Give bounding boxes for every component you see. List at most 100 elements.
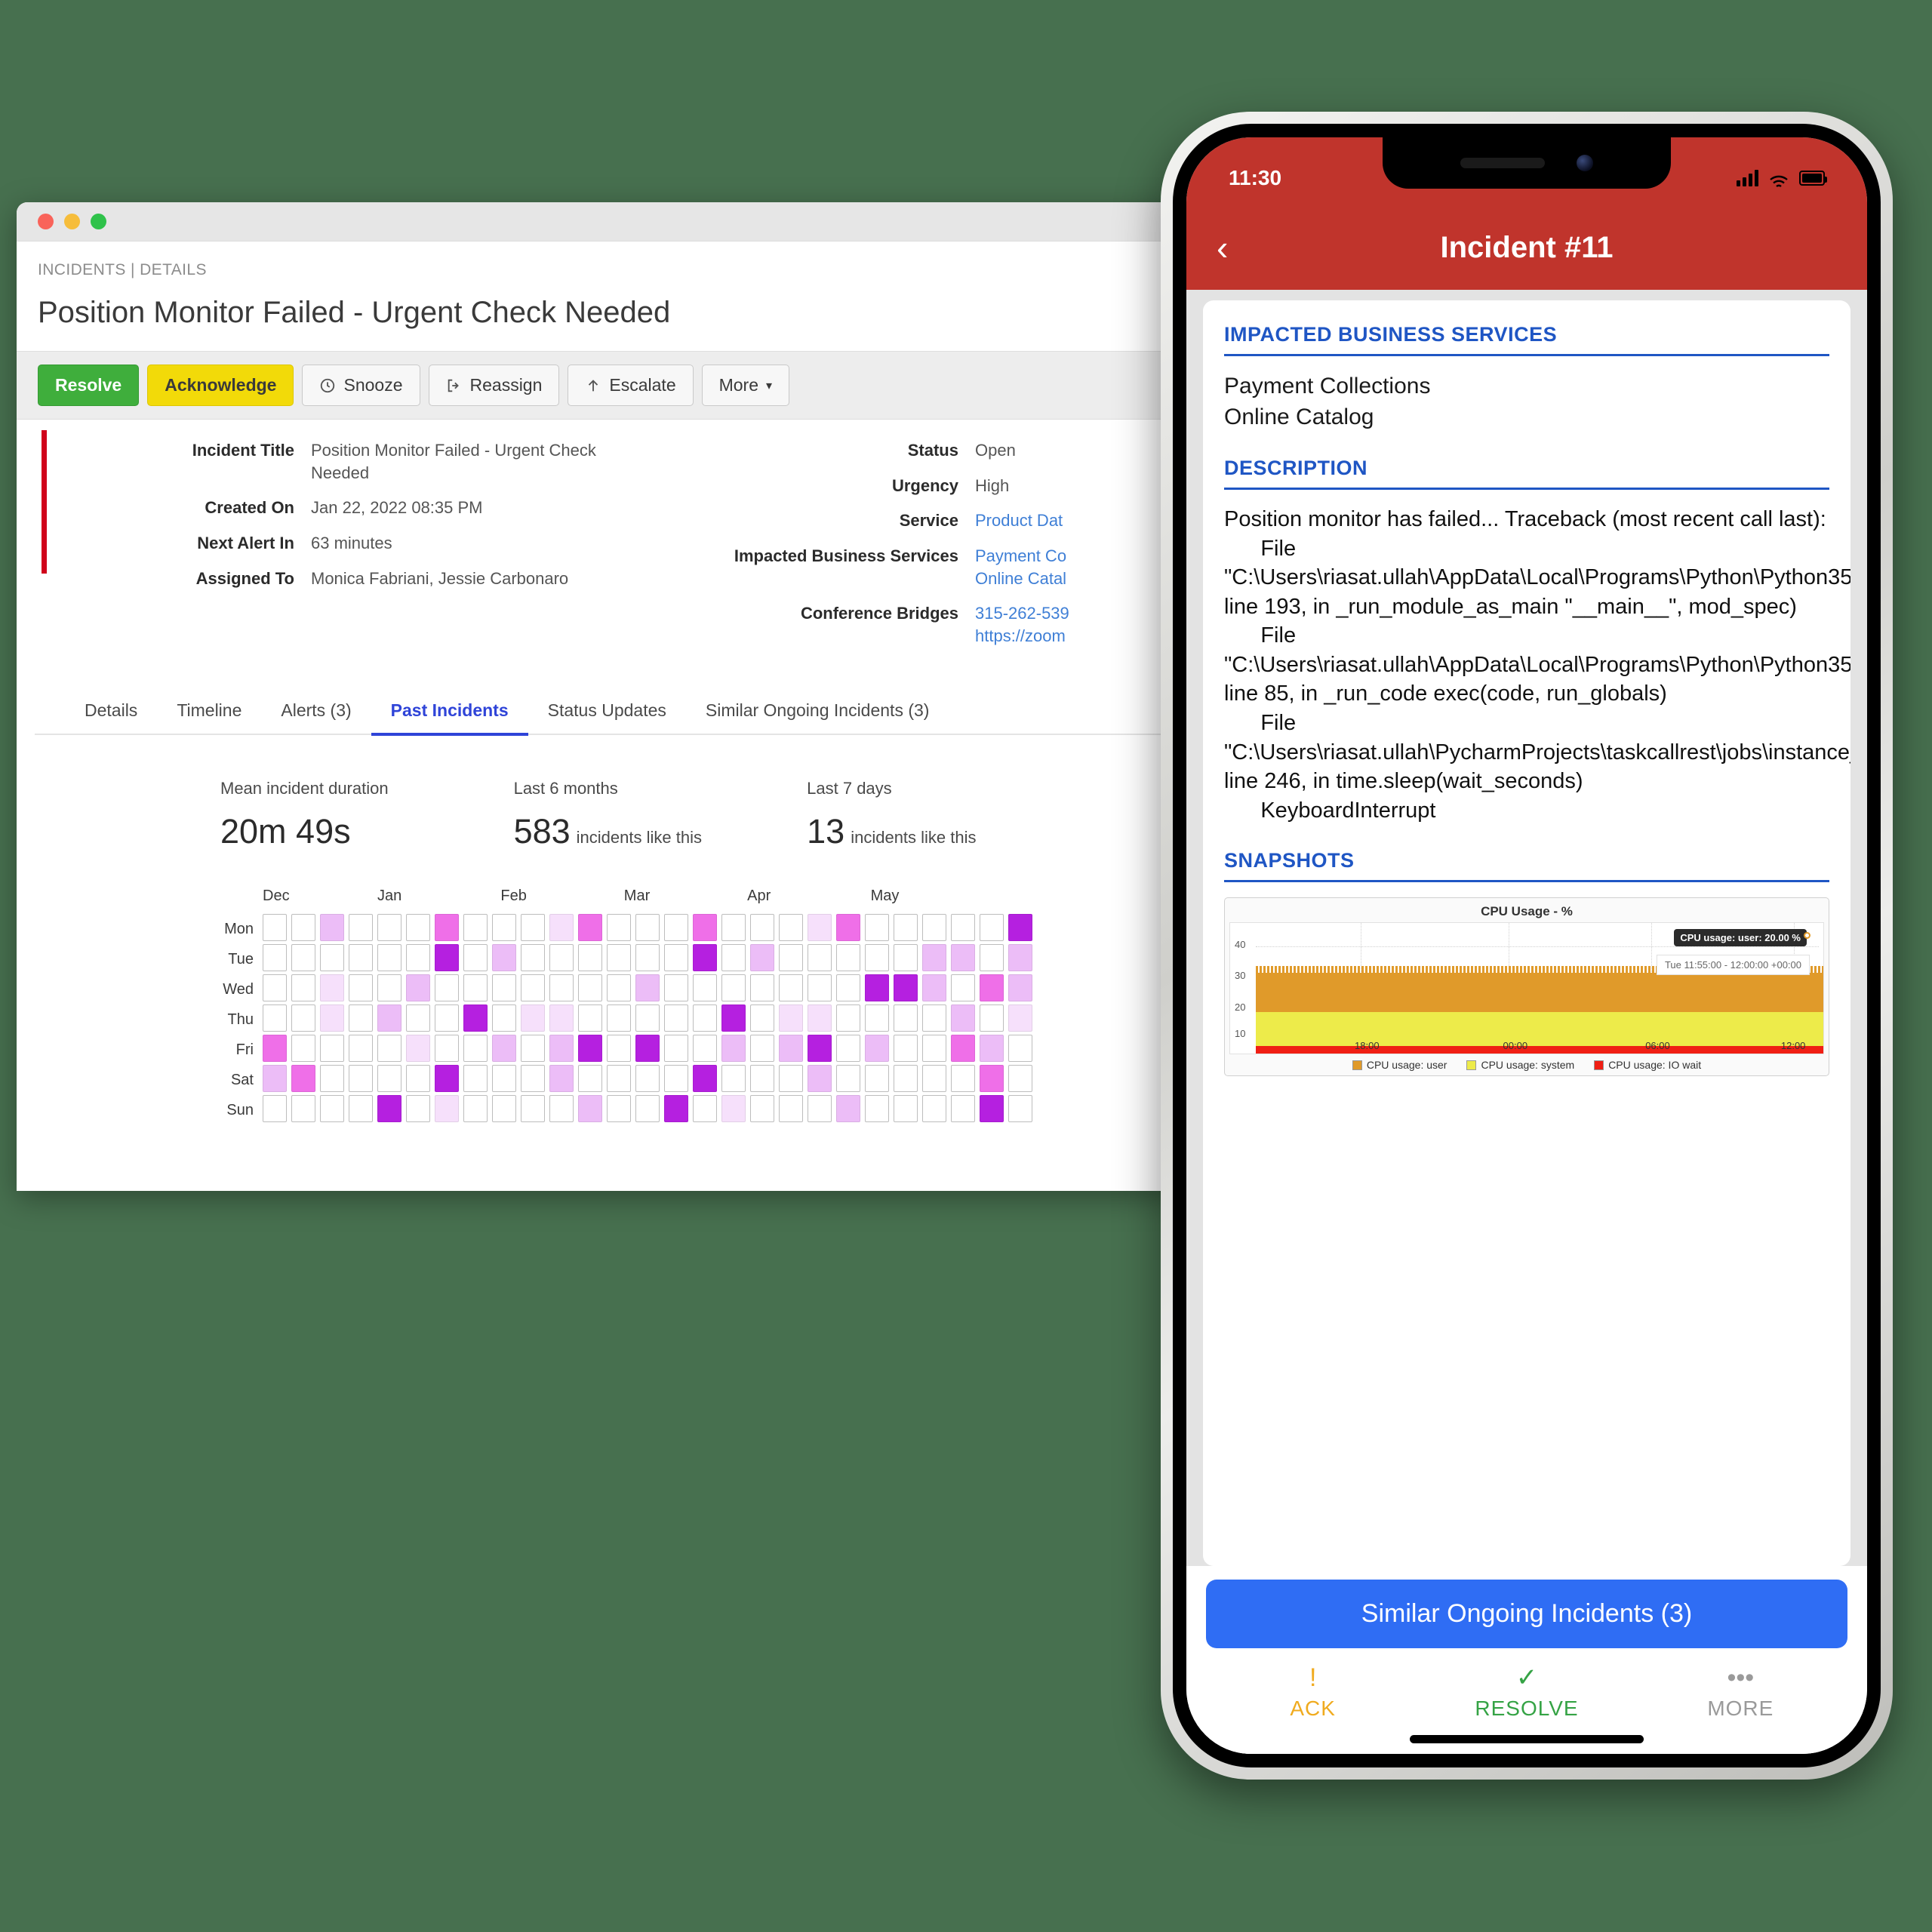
heatmap-cell[interactable] — [980, 1094, 1004, 1122]
heatmap-cell[interactable] — [492, 943, 516, 971]
heatmap-cell[interactable] — [435, 913, 459, 941]
heatmap-cell[interactable] — [721, 1064, 746, 1092]
heatmap-cell[interactable] — [549, 1064, 574, 1092]
heatmap-cell[interactable] — [549, 1004, 574, 1032]
heatmap-cell[interactable] — [865, 1004, 889, 1032]
heatmap-cell[interactable] — [980, 1064, 1004, 1092]
heatmap-cell[interactable] — [922, 1094, 946, 1122]
heatmap-cell[interactable] — [406, 974, 430, 1001]
heatmap-cell[interactable] — [578, 1034, 602, 1062]
heatmap-cell[interactable] — [492, 1004, 516, 1032]
heatmap-cell[interactable] — [607, 913, 631, 941]
heatmap-cell[interactable] — [980, 974, 1004, 1001]
heatmap-cell[interactable] — [320, 1064, 344, 1092]
heatmap-cell[interactable] — [578, 1064, 602, 1092]
heatmap-cell[interactable] — [922, 1064, 946, 1092]
heatmap-cell[interactable] — [808, 974, 832, 1001]
heatmap-cell[interactable] — [1008, 1004, 1032, 1032]
heatmap-cell[interactable] — [664, 1034, 688, 1062]
heatmap-cell[interactable] — [406, 943, 430, 971]
heatmap-cell[interactable] — [406, 1094, 430, 1122]
heatmap-cell[interactable] — [693, 1094, 717, 1122]
heatmap-cell[interactable] — [951, 1004, 975, 1032]
heatmap-cell[interactable] — [1008, 1064, 1032, 1092]
heatmap-cell[interactable] — [865, 974, 889, 1001]
heatmap-cell[interactable] — [291, 974, 315, 1001]
heatmap-cell[interactable] — [865, 1064, 889, 1092]
heatmap-cell[interactable] — [607, 1004, 631, 1032]
heatmap-cell[interactable] — [291, 1064, 315, 1092]
escalate-button[interactable]: Escalate — [568, 365, 694, 406]
heatmap-cell[interactable] — [836, 1034, 860, 1062]
heatmap-cell[interactable] — [750, 913, 774, 941]
heatmap-cell[interactable] — [980, 943, 1004, 971]
heatmap-cell[interactable] — [865, 913, 889, 941]
window-minimize-button[interactable] — [64, 214, 80, 229]
heatmap-cell[interactable] — [635, 1094, 660, 1122]
heatmap-cell[interactable] — [263, 1064, 287, 1092]
heatmap-cell[interactable] — [721, 974, 746, 1001]
heatmap-cell[interactable] — [349, 1034, 373, 1062]
heatmap-cell[interactable] — [291, 943, 315, 971]
heatmap-cell[interactable] — [320, 1004, 344, 1032]
heatmap-cell[interactable] — [836, 913, 860, 941]
heatmap-cell[interactable] — [693, 1034, 717, 1062]
field-value-line[interactable]: Online Catal — [975, 568, 1066, 590]
heatmap-cell[interactable] — [435, 974, 459, 1001]
heatmap-cell[interactable] — [463, 913, 488, 941]
heatmap-cell[interactable] — [435, 1004, 459, 1032]
heatmap-cell[interactable] — [377, 1034, 401, 1062]
heatmap-cell[interactable] — [1008, 974, 1032, 1001]
heatmap-cell[interactable] — [779, 913, 803, 941]
heatmap-cell[interactable] — [263, 1034, 287, 1062]
heatmap-cell[interactable] — [779, 1034, 803, 1062]
heatmap-cell[interactable] — [1008, 1034, 1032, 1062]
field-value-line[interactable]: Payment Co — [975, 545, 1066, 568]
heatmap-cell[interactable] — [951, 943, 975, 971]
heatmap-cell[interactable] — [578, 974, 602, 1001]
heatmap-cell[interactable] — [951, 913, 975, 941]
heatmap-cell[interactable] — [808, 1004, 832, 1032]
phone-content[interactable]: IMPACTED BUSINESS SERVICES Payment Colle… — [1186, 290, 1867, 1566]
heatmap-cell[interactable] — [349, 1064, 373, 1092]
heatmap-cell[interactable] — [492, 1094, 516, 1122]
heatmap-cell[interactable] — [808, 1034, 832, 1062]
heatmap-cell[interactable] — [320, 913, 344, 941]
heatmap-cell[interactable] — [377, 943, 401, 971]
heatmap-cell[interactable] — [435, 943, 459, 971]
heatmap-cell[interactable] — [635, 974, 660, 1001]
heatmap-cell[interactable] — [349, 1094, 373, 1122]
heatmap-cell[interactable] — [721, 943, 746, 971]
breadcrumb[interactable]: INCIDENTS | DETAILS — [17, 242, 1179, 279]
heatmap-cell[interactable] — [894, 1004, 918, 1032]
heatmap-cell[interactable] — [693, 1064, 717, 1092]
heatmap-cell[interactable] — [980, 1034, 1004, 1062]
heatmap-cell[interactable] — [492, 1034, 516, 1062]
heatmap-cell[interactable] — [894, 1094, 918, 1122]
heatmap-cell[interactable] — [521, 1034, 545, 1062]
heatmap-cell[interactable] — [750, 943, 774, 971]
heatmap-cell[interactable] — [922, 913, 946, 941]
heatmap-cell[interactable] — [463, 943, 488, 971]
heatmap-cell[interactable] — [320, 1094, 344, 1122]
heatmap-cell[interactable] — [463, 1064, 488, 1092]
heatmap-cell[interactable] — [521, 974, 545, 1001]
heatmap-cell[interactable] — [377, 1064, 401, 1092]
heatmap-cell[interactable] — [693, 913, 717, 941]
heatmap-cell[interactable] — [521, 1064, 545, 1092]
heatmap-cell[interactable] — [836, 974, 860, 1001]
heatmap-cell[interactable] — [635, 1004, 660, 1032]
heatmap-cell[interactable] — [291, 913, 315, 941]
heatmap-cell[interactable] — [492, 1064, 516, 1092]
heatmap-cell[interactable] — [635, 1064, 660, 1092]
heatmap-cell[interactable] — [836, 1064, 860, 1092]
heatmap-cell[interactable] — [865, 1034, 889, 1062]
heatmap-cell[interactable] — [635, 1034, 660, 1062]
heatmap-cell[interactable] — [320, 943, 344, 971]
heatmap-cell[interactable] — [750, 1094, 774, 1122]
tab-details[interactable]: Details — [65, 688, 157, 736]
field-value-line[interactable]: 315-262-539 — [975, 602, 1069, 625]
tab-timeline[interactable]: Timeline — [157, 688, 261, 736]
heatmap-cell[interactable] — [349, 943, 373, 971]
heatmap-cell[interactable] — [922, 974, 946, 1001]
